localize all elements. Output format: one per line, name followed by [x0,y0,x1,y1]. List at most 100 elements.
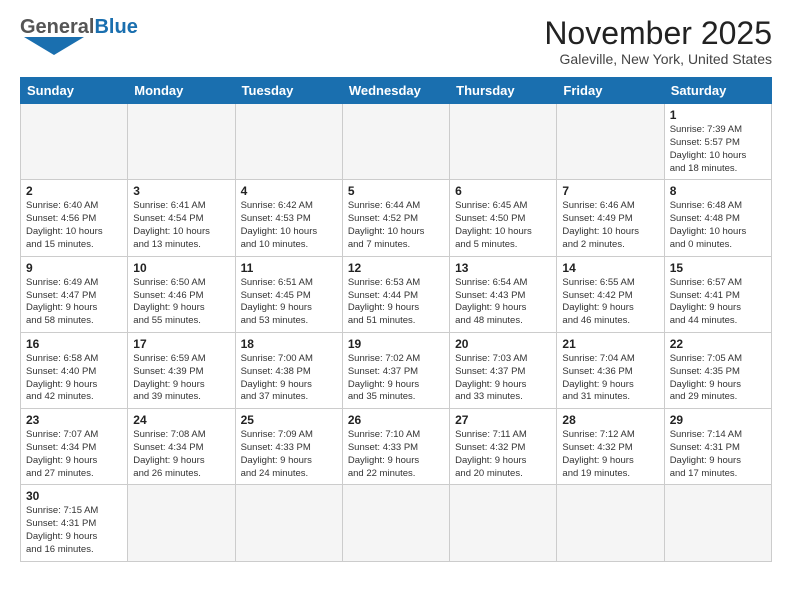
day-info: Sunrise: 6:57 AM Sunset: 4:41 PM Dayligh… [670,277,766,328]
logo-icon-row [24,37,84,60]
calendar-cell [450,104,557,180]
day-number: 2 [26,184,122,198]
calendar-cell [21,104,128,180]
calendar: SundayMondayTuesdayWednesdayThursdayFrid… [20,77,772,562]
day-info: Sunrise: 7:11 AM Sunset: 4:32 PM Dayligh… [455,429,551,480]
day-number: 24 [133,413,229,427]
calendar-cell: 28Sunrise: 7:12 AM Sunset: 4:32 PM Dayli… [557,409,664,485]
weekday-header-saturday: Saturday [664,78,771,104]
location: Galeville, New York, United States [544,51,772,67]
day-info: Sunrise: 7:05 AM Sunset: 4:35 PM Dayligh… [670,353,766,404]
calendar-cell: 8 Sunrise: 6:48 AM Sunset: 4:48 PM Daylig… [664,180,771,256]
weekday-header-tuesday: Tuesday [235,78,342,104]
weekday-header-sunday: Sunday [21,78,128,104]
calendar-cell: 9 Sunrise: 6:49 AM Sunset: 4:47 PM Daylig… [21,256,128,332]
day-info: Sunrise: 6:48 AM Sunset: 4:48 PM Dayligh… [670,200,766,251]
day-info: Sunrise: 6:41 AM Sunset: 4:54 PM Dayligh… [133,200,229,251]
day-info: Sunrise: 6:58 AM Sunset: 4:40 PM Dayligh… [26,353,122,404]
header: General Blue November 2025 Galeville, Ne… [20,16,772,67]
week-row-2: 2 Sunrise: 6:40 AM Sunset: 4:56 PM Daylig… [21,180,772,256]
day-number: 1 [670,108,766,122]
day-info: Sunrise: 7:12 AM Sunset: 4:32 PM Dayligh… [562,429,658,480]
day-info: Sunrise: 7:10 AM Sunset: 4:33 PM Dayligh… [348,429,444,480]
day-info: Sunrise: 7:14 AM Sunset: 4:31 PM Dayligh… [670,429,766,480]
month-title: November 2025 [544,16,772,51]
day-number: 7 [562,184,658,198]
calendar-cell: 19Sunrise: 7:02 AM Sunset: 4:37 PM Dayli… [342,332,449,408]
calendar-cell: 3Sunrise: 6:41 AM Sunset: 4:54 PM Daylig… [128,180,235,256]
day-info: Sunrise: 7:07 AM Sunset: 4:34 PM Dayligh… [26,429,122,480]
day-number: 5 [348,184,444,198]
day-number: 8 [670,184,766,198]
calendar-cell [664,485,771,561]
week-row-4: 16 Sunrise: 6:58 AM Sunset: 4:40 PM Dayli… [21,332,772,408]
calendar-cell: 1 Sunrise: 7:39 AM Sunset: 5:57 PM Daylig… [664,104,771,180]
day-number: 6 [455,184,551,198]
day-info: Sunrise: 6:45 AM Sunset: 4:50 PM Dayligh… [455,200,551,251]
day-number: 26 [348,413,444,427]
day-number: 13 [455,261,551,275]
day-number: 21 [562,337,658,351]
calendar-cell: 16 Sunrise: 6:58 AM Sunset: 4:40 PM Dayli… [21,332,128,408]
calendar-cell: 17 Sunrise: 6:59 AM Sunset: 4:39 PM Dayli… [128,332,235,408]
day-info: Sunrise: 6:44 AM Sunset: 4:52 PM Dayligh… [348,200,444,251]
calendar-cell: 21 Sunrise: 7:04 AM Sunset: 4:36 PM Dayli… [557,332,664,408]
page: General Blue November 2025 Galeville, Ne… [0,0,792,612]
day-number: 30 [26,489,122,503]
day-number: 14 [562,261,658,275]
calendar-cell: 29 Sunrise: 7:14 AM Sunset: 4:31 PM Dayli… [664,409,771,485]
day-info: Sunrise: 6:54 AM Sunset: 4:43 PM Dayligh… [455,277,551,328]
title-area: November 2025 Galeville, New York, Unite… [544,16,772,67]
weekday-header-wednesday: Wednesday [342,78,449,104]
day-info: Sunrise: 6:49 AM Sunset: 4:47 PM Dayligh… [26,277,122,328]
day-number: 20 [455,337,551,351]
calendar-cell [342,485,449,561]
calendar-cell: 7 Sunrise: 6:46 AM Sunset: 4:49 PM Daylig… [557,180,664,256]
calendar-cell: 12Sunrise: 6:53 AM Sunset: 4:44 PM Dayli… [342,256,449,332]
day-number: 9 [26,261,122,275]
calendar-cell: 26 Sunrise: 7:10 AM Sunset: 4:33 PM Dayli… [342,409,449,485]
day-info: Sunrise: 6:59 AM Sunset: 4:39 PM Dayligh… [133,353,229,404]
weekday-header-monday: Monday [128,78,235,104]
calendar-cell [450,485,557,561]
day-info: Sunrise: 6:51 AM Sunset: 4:45 PM Dayligh… [241,277,337,328]
day-number: 17 [133,337,229,351]
calendar-cell [557,104,664,180]
day-info: Sunrise: 7:15 AM Sunset: 4:31 PM Dayligh… [26,505,122,556]
calendar-cell: 27 Sunrise: 7:11 AM Sunset: 4:32 PM Dayli… [450,409,557,485]
weekday-header-row: SundayMondayTuesdayWednesdayThursdayFrid… [21,78,772,104]
day-info: Sunrise: 6:40 AM Sunset: 4:56 PM Dayligh… [26,200,122,251]
calendar-cell [235,485,342,561]
day-number: 27 [455,413,551,427]
day-number: 12 [348,261,444,275]
day-info: Sunrise: 7:04 AM Sunset: 4:36 PM Dayligh… [562,353,658,404]
week-row-1: 1 Sunrise: 7:39 AM Sunset: 5:57 PM Daylig… [21,104,772,180]
day-info: Sunrise: 7:39 AM Sunset: 5:57 PM Dayligh… [670,124,766,175]
calendar-cell: 24 Sunrise: 7:08 AM Sunset: 4:34 PM Dayli… [128,409,235,485]
day-info: Sunrise: 7:09 AM Sunset: 4:33 PM Dayligh… [241,429,337,480]
calendar-cell: 4Sunrise: 6:42 AM Sunset: 4:53 PM Daylig… [235,180,342,256]
calendar-cell [128,104,235,180]
day-number: 22 [670,337,766,351]
day-number: 29 [670,413,766,427]
calendar-cell [128,485,235,561]
day-info: Sunrise: 6:46 AM Sunset: 4:49 PM Dayligh… [562,200,658,251]
calendar-cell: 23 Sunrise: 7:07 AM Sunset: 4:34 PM Dayli… [21,409,128,485]
calendar-cell: 30 Sunrise: 7:15 AM Sunset: 4:31 PM Dayli… [21,485,128,561]
calendar-cell: 20Sunrise: 7:03 AM Sunset: 4:37 PM Dayli… [450,332,557,408]
day-number: 23 [26,413,122,427]
day-number: 10 [133,261,229,275]
calendar-cell [235,104,342,180]
calendar-cell: 6 Sunrise: 6:45 AM Sunset: 4:50 PM Daylig… [450,180,557,256]
day-number: 18 [241,337,337,351]
logo-row: General Blue [20,16,138,39]
week-row-5: 23 Sunrise: 7:07 AM Sunset: 4:34 PM Dayli… [21,409,772,485]
calendar-cell: 18Sunrise: 7:00 AM Sunset: 4:38 PM Dayli… [235,332,342,408]
calendar-cell: 15Sunrise: 6:57 AM Sunset: 4:41 PM Dayli… [664,256,771,332]
logo-icon [24,37,84,55]
weekday-header-friday: Friday [557,78,664,104]
calendar-cell: 11Sunrise: 6:51 AM Sunset: 4:45 PM Dayli… [235,256,342,332]
day-info: Sunrise: 6:55 AM Sunset: 4:42 PM Dayligh… [562,277,658,328]
day-info: Sunrise: 7:08 AM Sunset: 4:34 PM Dayligh… [133,429,229,480]
day-number: 16 [26,337,122,351]
